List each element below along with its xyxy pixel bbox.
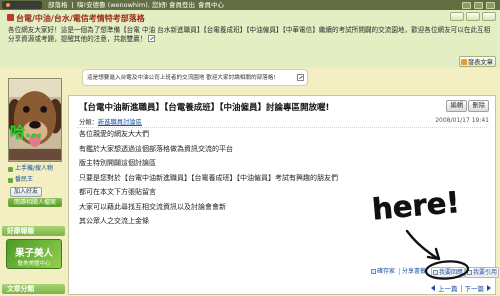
delete-post-button[interactable]: 刪除 xyxy=(468,100,489,112)
post-body: 各位親愛的網友大大們 有鑑於大家想透過這個部落格做為資訊交流的平台 版主特別開闢… xyxy=(79,127,338,229)
logout-link[interactable]: 會員登出 xyxy=(169,1,195,9)
blog-title[interactable]: 台電/中油/台水/電信考情特考部落格 xyxy=(16,13,145,24)
post-title[interactable]: 【台電中油新進職員】【台電養成班】【中油僱員】討論專區開放喔! xyxy=(79,101,329,113)
site-logo[interactable] xyxy=(2,1,42,9)
pencil-icon xyxy=(460,58,467,65)
blog-notice: 這是想要進入台電及中油公司上班者的交流園地 歡迎大家討論相關的部落格! xyxy=(82,69,308,86)
new-post-button[interactable]: 發表文章 xyxy=(458,56,496,67)
next-post-link[interactable]: 下一篇 xyxy=(465,283,485,293)
action-divider xyxy=(399,268,400,275)
edit-icon[interactable] xyxy=(148,35,156,43)
add-friend-button[interactable]: 加入好友 xyxy=(10,187,43,197)
blog-description: 各位網友大家好！這是一個為了想準備【台電 中油 台水新進職員】【台電養成班】【中… xyxy=(8,26,496,45)
post-body-line: 版主特別開闢這個討論區 xyxy=(79,159,156,167)
save-label: 確存家 xyxy=(377,268,396,275)
dog-photo-image xyxy=(9,79,61,161)
sidebar-item-label[interactable]: 上手機/搜人物 xyxy=(15,165,53,173)
reply-icon xyxy=(433,270,438,275)
share-label: 分享書籤 xyxy=(402,268,427,275)
new-post-label: 發表文章 xyxy=(467,59,493,66)
blog-title-icon xyxy=(7,14,14,21)
user-greeting: 嗨!安德魯 (wenowhim), 您好! xyxy=(77,1,168,9)
help-icon[interactable] xyxy=(486,1,495,9)
mail-icon[interactable] xyxy=(474,1,483,9)
category-label: 分類： xyxy=(79,119,98,126)
post-panel: 【台電中油新進職員】【台電養成班】【中油僱員】討論專區開放喔! 編輯 刪除 20… xyxy=(68,95,500,295)
member-center-link[interactable]: 會員中心 xyxy=(198,1,224,9)
save-button[interactable]: 確存家 xyxy=(371,267,395,276)
quote-button[interactable]: 我要引用 xyxy=(465,267,500,278)
photo-overlay-text: 哈... xyxy=(10,123,43,141)
view-profile-button[interactable]: 閱讀相關人檔案 xyxy=(8,198,62,207)
save-icon xyxy=(371,269,376,274)
reply-label: 我要回應 xyxy=(439,269,464,276)
blog-description-text: 各位網友大家好！這是一個為了想準備【台電 中油 台水新進職員】【台電養成班】【中… xyxy=(8,26,491,44)
post-date: 2008/01/17 19:41 xyxy=(435,117,489,124)
ad-banner[interactable]: 果子美人 醫美美體中心 xyxy=(6,239,62,269)
quote-icon xyxy=(467,270,472,275)
user-icon xyxy=(8,177,13,183)
post-category: 分類：新進職員討論區 xyxy=(79,117,142,126)
edit-icon[interactable] xyxy=(297,74,304,81)
nav-divider xyxy=(460,284,462,292)
post-body-line: 有鑑於大家想透過這個部落格做為資訊交流的平台 xyxy=(79,144,233,153)
post-body-line: 大家可以藉此尋找互相交流資訊以及討論會會新 xyxy=(79,202,226,211)
prev-post-link[interactable]: 上一篇 xyxy=(438,283,458,293)
blog-home-link[interactable]: 部落格 xyxy=(48,1,68,9)
search-icon[interactable] xyxy=(462,1,471,9)
post-navigation: 上一篇 下一篇 xyxy=(431,283,491,293)
share-bookmark-button[interactable]: 分享書籤 xyxy=(402,267,426,276)
profile-photo[interactable]: 哈... xyxy=(8,78,62,162)
blog-header: 台電/中油/台水/電信考情特考部落格 各位網友大家好！這是一個為了想準備【台電 … xyxy=(0,10,500,68)
phone-icon xyxy=(8,166,13,172)
ad-title: 果子美人 xyxy=(14,248,53,259)
sidebar-item-author[interactable]: 番民王 xyxy=(8,176,33,184)
top-bar: 部落格 嗨!安德魯 (wenowhim), 您好! 會員登出 會員中心 xyxy=(0,0,500,10)
sidebar-item-label[interactable]: 番民王 xyxy=(15,176,33,184)
post-body-line: 各位親愛的網友大大們 xyxy=(79,130,149,138)
post-body-line: 都可在本文下方張貼留言 xyxy=(79,188,156,196)
bookmark-icon[interactable] xyxy=(466,12,480,21)
arrow-left-icon xyxy=(431,285,435,291)
topbar-divider xyxy=(164,2,165,8)
post-body-line: 其公眾人之交流上金條 xyxy=(79,217,149,225)
categories-header: 文章分類 xyxy=(2,284,65,294)
ad-subtitle: 醫美美體中心 xyxy=(17,261,51,267)
reply-button[interactable]: 我要回應 xyxy=(431,267,466,278)
share-icon[interactable] xyxy=(482,12,496,21)
post-body-line: 只要是您對於【台電中油新進職員】【台電養成班】【中油僱員】考試有興趣的朋友們 xyxy=(79,173,338,182)
promo-header: 好康報報 xyxy=(2,226,65,236)
edit-post-button[interactable]: 編輯 xyxy=(446,100,467,112)
notice-text: 這是想要進入台電及中油公司上班者的交流園地 歡迎大家討論相關的部落格! xyxy=(87,75,276,81)
topbar-divider xyxy=(72,2,73,8)
arrow-right-icon xyxy=(487,285,491,291)
category-link[interactable]: 新進職員討論區 xyxy=(98,119,142,126)
rss-icon[interactable] xyxy=(450,12,464,21)
sidebar-item-mobile-search[interactable]: 上手機/搜人物 xyxy=(8,165,53,173)
quote-label: 我要引用 xyxy=(473,269,498,276)
